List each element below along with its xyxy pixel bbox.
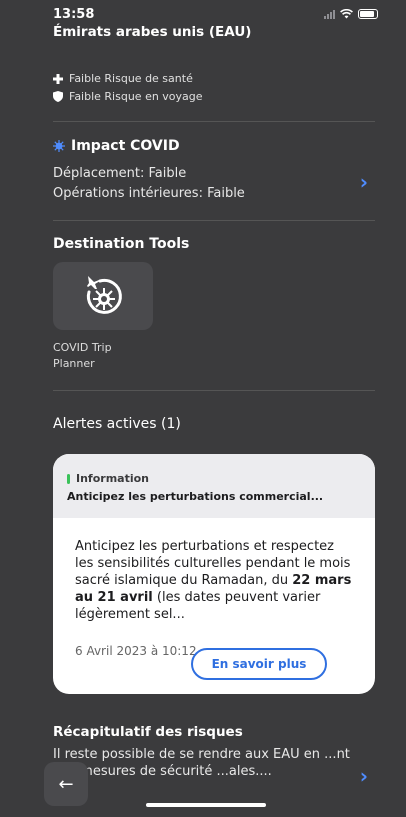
alert-body: Anticipez les perturbations et respectez… bbox=[53, 518, 375, 623]
health-risk-label: Faible Risque de santé bbox=[69, 72, 193, 85]
home-indicator[interactable] bbox=[146, 803, 266, 807]
plane-virus-icon bbox=[86, 276, 122, 314]
alert-badge-label: Information bbox=[76, 472, 149, 485]
divider bbox=[53, 390, 375, 391]
alert-type-badge: Information bbox=[67, 472, 361, 485]
medical-cross-icon bbox=[53, 73, 63, 84]
shield-icon bbox=[53, 91, 63, 102]
risk-summary-text: Il reste possible de se rendre aux EAU e… bbox=[53, 747, 350, 779]
arrow-left-icon: ← bbox=[58, 773, 74, 795]
alert-subtitle: Anticipez les perturbations commercial..… bbox=[67, 490, 324, 503]
status-bar: 13:58 bbox=[53, 6, 378, 22]
battery-icon bbox=[358, 9, 378, 19]
screen: 13:58 Émirats arabes unis (EAU) Faible R… bbox=[0, 0, 406, 817]
travel-risk: Faible Risque en voyage bbox=[53, 90, 203, 103]
covid-trip-planner-label: COVID Trip Planner bbox=[53, 340, 112, 372]
country-title: Émirats arabes unis (EAU) bbox=[53, 24, 252, 40]
alert-card[interactable]: Information Anticipez les perturbations … bbox=[53, 454, 375, 694]
virus-icon bbox=[53, 140, 65, 152]
covid-title-label: Impact COVID bbox=[71, 138, 180, 154]
cellular-signal-icon bbox=[324, 9, 335, 19]
active-alerts-title: Alertes actives (1) bbox=[53, 416, 181, 432]
wifi-icon bbox=[340, 9, 353, 19]
covid-domestic-impact: Opérations intérieures: Faible bbox=[53, 186, 245, 201]
alert-card-header: Information Anticipez les perturbations … bbox=[53, 454, 375, 518]
health-risk: Faible Risque de santé bbox=[53, 72, 193, 85]
alert-date: 6 Avril 2023 à 10:12 bbox=[75, 644, 197, 658]
tool-label-line-1: COVID Trip bbox=[53, 341, 112, 354]
risk-summary-chevron-right-icon[interactable]: › bbox=[360, 764, 368, 788]
divider bbox=[53, 121, 375, 122]
covid-section-title: Impact COVID bbox=[53, 138, 180, 154]
divider bbox=[53, 220, 375, 221]
covid-travel-impact: Déplacement: Faible bbox=[53, 166, 187, 181]
badge-indicator-bar bbox=[67, 473, 70, 484]
system-icons bbox=[324, 9, 378, 19]
destination-tools-title: Destination Tools bbox=[53, 236, 190, 252]
back-button[interactable]: ← bbox=[44, 762, 88, 806]
status-time: 13:58 bbox=[53, 6, 95, 22]
travel-risk-label: Faible Risque en voyage bbox=[69, 90, 203, 103]
covid-trip-planner-button[interactable] bbox=[53, 262, 153, 330]
tool-label-line-2: Planner bbox=[53, 357, 95, 370]
covid-chevron-right-icon[interactable]: › bbox=[360, 170, 368, 194]
risk-summary-title: Récapitulatif des risques bbox=[53, 724, 243, 740]
learn-more-button[interactable]: En savoir plus bbox=[191, 648, 327, 680]
